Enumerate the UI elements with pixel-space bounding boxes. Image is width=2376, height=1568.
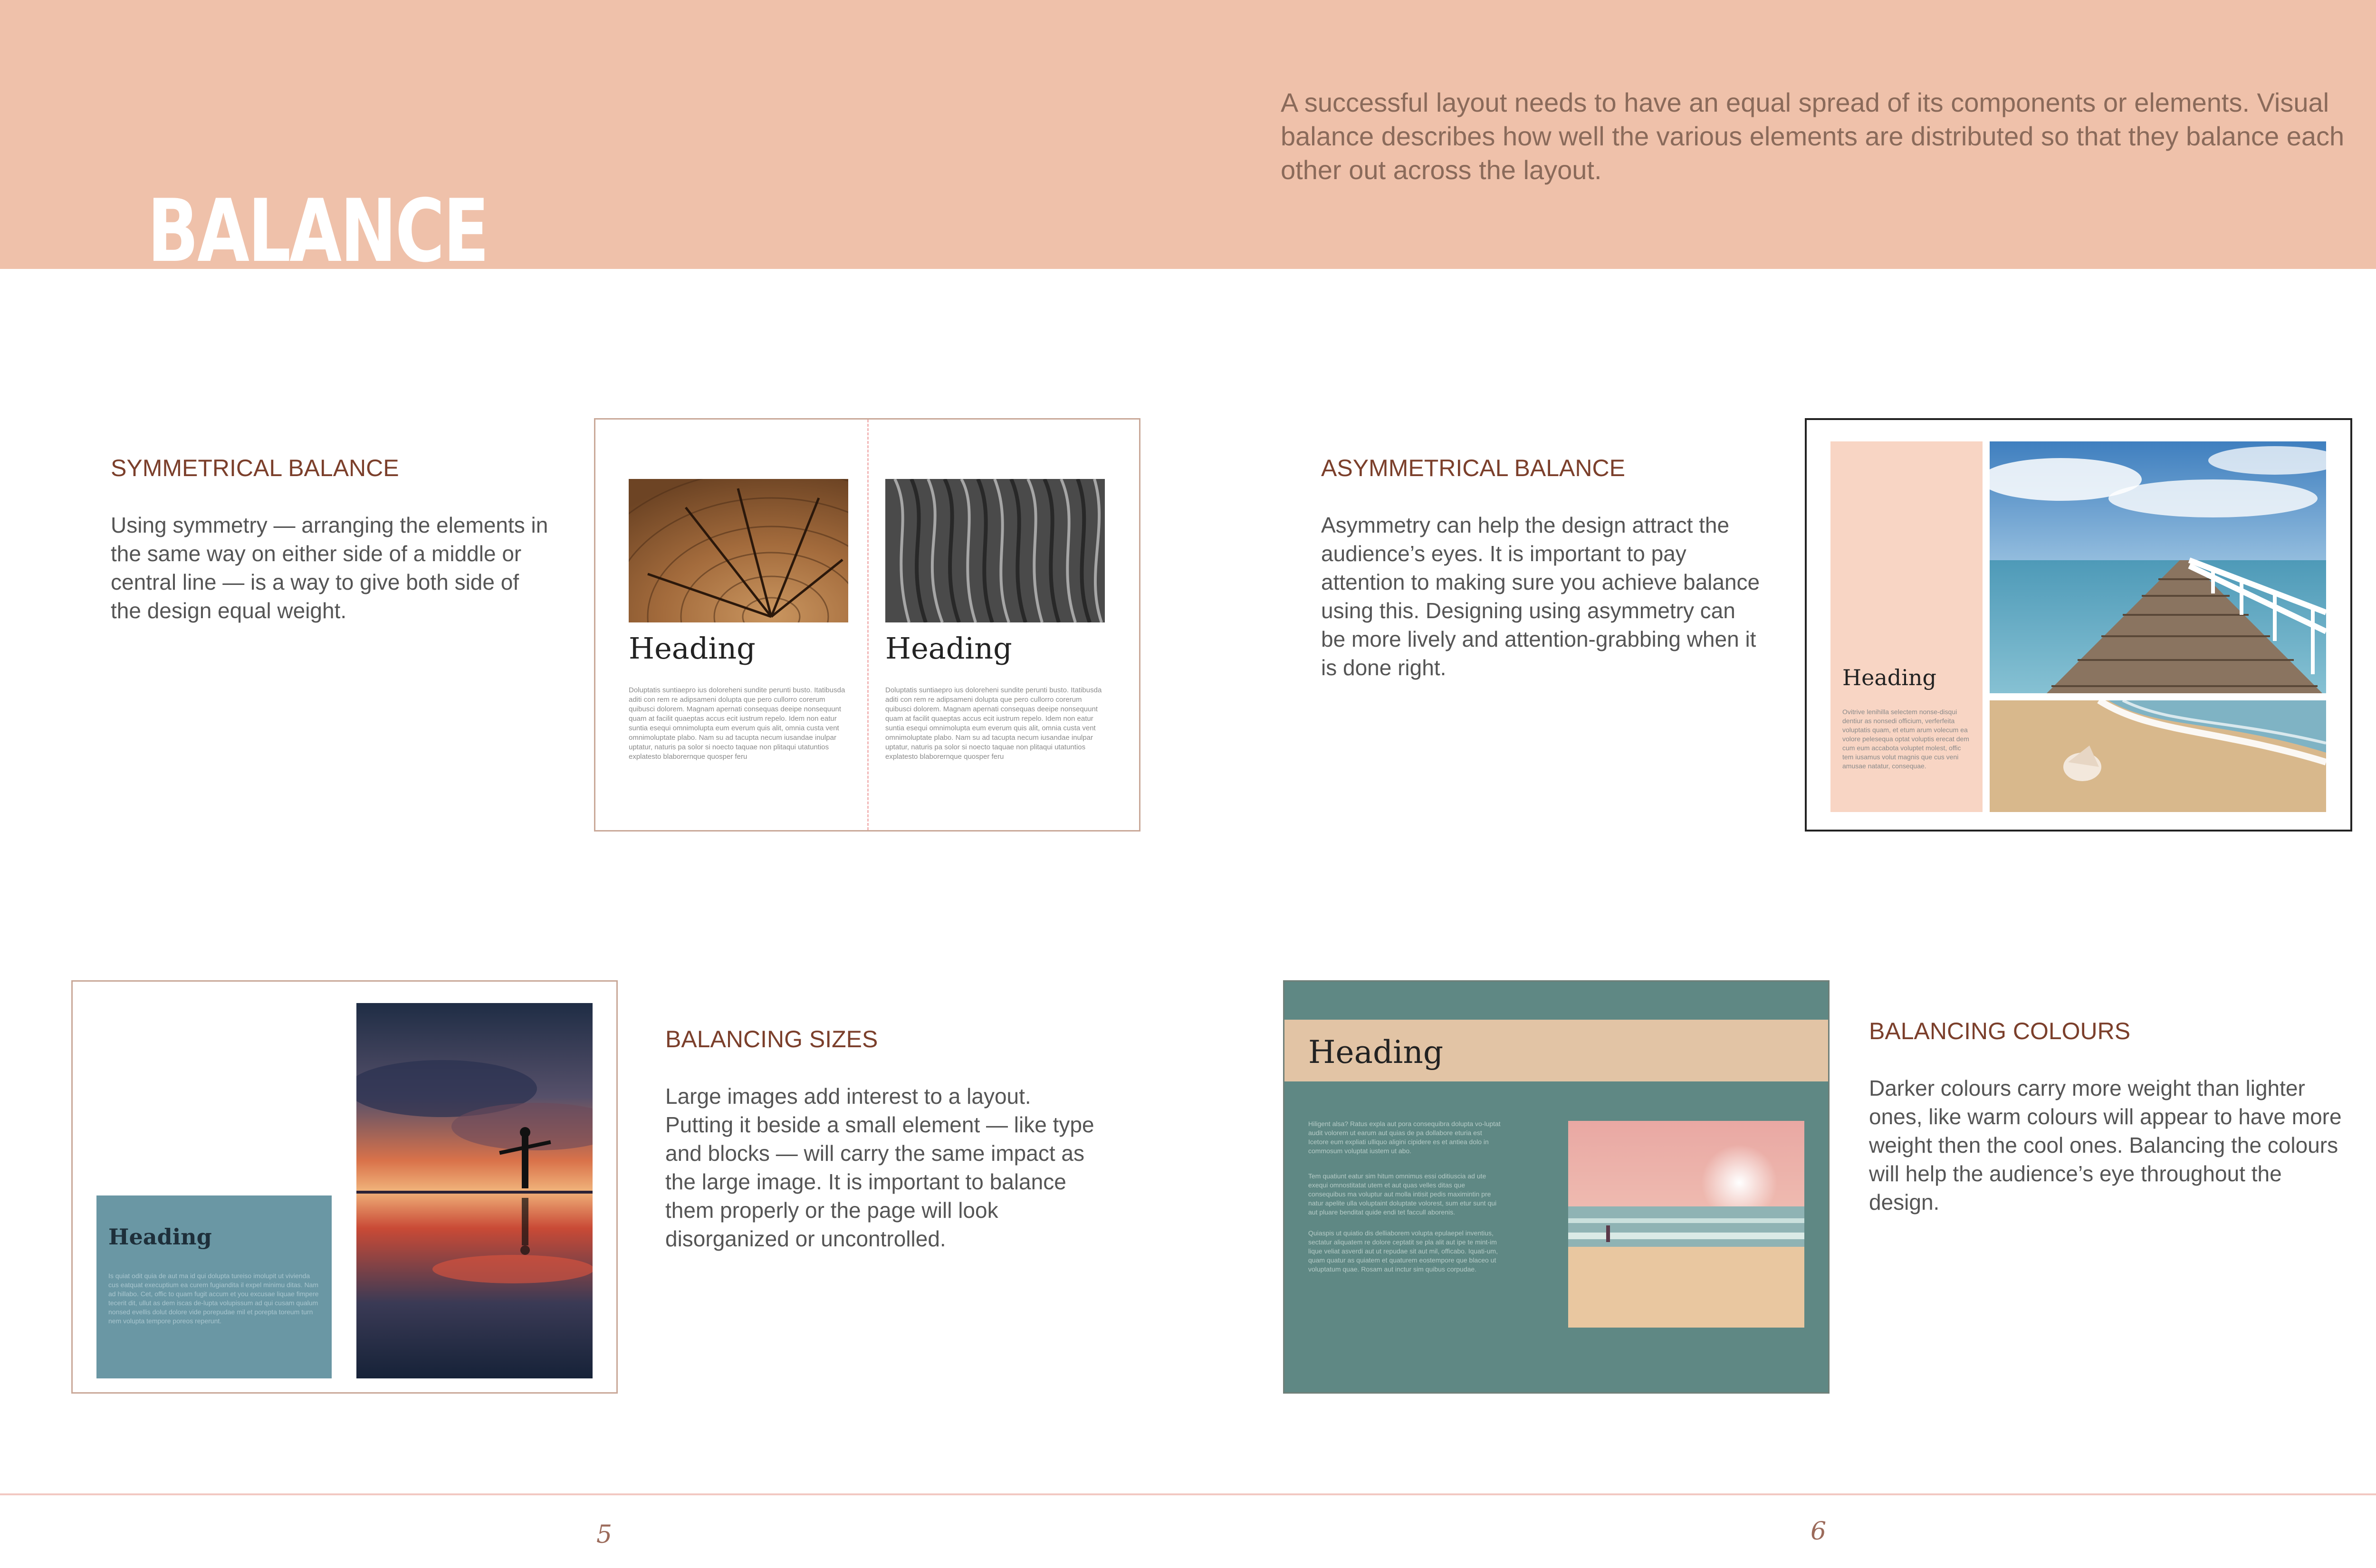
sunset-silhouette-image — [356, 1003, 593, 1378]
beach-sunset-image — [1568, 1121, 1804, 1328]
pier-image — [1990, 441, 2326, 693]
seashell-beach-image — [1990, 700, 2326, 812]
section-title-sizes: BALANCING SIZES — [665, 1026, 878, 1052]
intro-text: A successful layout needs to have an equ… — [1281, 87, 2345, 185]
sizes-text-block: Heading Is quiat odit quia de aut ma id … — [96, 1195, 332, 1378]
wood-rings-image — [629, 479, 848, 622]
sizes-text: Is quiat odit quia de aut ma id qui dolu… — [108, 1272, 319, 1325]
asymmetrical-text: Ovitrive lenihilla selectem nonse-disqui… — [1842, 708, 1969, 770]
center-guide-line — [867, 420, 869, 830]
symmetrical-example: Heading Doluptatis suntiaepro ius dolore… — [594, 418, 1140, 832]
section-body-asymmetrical: Asymmetry can help the design attract th… — [1321, 513, 1760, 680]
sizes-example: Heading Is quiat odit quia de aut ma id … — [71, 980, 618, 1394]
symmetrical-right-text: Doluptatis suntiaepro ius doloreheni sun… — [885, 686, 1102, 761]
page-number-left: 5 — [596, 1520, 613, 1549]
colours-heading: Heading — [1308, 1034, 1444, 1071]
asymmetrical-example: Heading Ovitrive lenihilla selectem nons… — [1805, 418, 2352, 832]
section-title-symmetrical: SYMMETRICAL BALANCE — [111, 455, 399, 481]
bark-texture-image — [885, 479, 1105, 622]
colours-text-1: Hiligent alsa? Ratus expla aut pora cons… — [1308, 1120, 1501, 1155]
symmetrical-left-heading: Heading — [629, 631, 756, 666]
sizes-heading: Heading — [108, 1224, 212, 1250]
page-number-right: 6 — [1811, 1517, 1827, 1546]
asymmetrical-heading: Heading — [1842, 665, 1936, 690]
symmetrical-left-text: Doluptatis suntiaepro ius doloreheni sun… — [629, 686, 845, 761]
page-title: BALANCE — [147, 181, 489, 281]
section-title-asymmetrical: ASYMMETRICAL BALANCE — [1321, 455, 1625, 481]
section-title-colours: BALANCING COLOURS — [1869, 1018, 2131, 1044]
colours-example: Heading Hiligent alsa? Ratus expla aut p… — [1283, 980, 1830, 1394]
asymmetrical-text-block: Heading Ovitrive lenihilla selectem nons… — [1830, 441, 1983, 812]
section-body-sizes: Large images add interest to a layout. P… — [665, 1084, 1094, 1251]
section-body-colours: Darker colours carry more weight than li… — [1869, 1076, 2342, 1214]
symmetrical-right-heading: Heading — [885, 631, 1012, 666]
section-body-symmetrical: Using symmetry — arranging the elements … — [111, 513, 548, 623]
colours-heading-band: Heading — [1284, 1020, 1828, 1081]
footer-rule — [0, 1493, 2376, 1495]
colours-text-2: Tem quatiunt eatur sim hitum omnimus ess… — [1308, 1172, 1497, 1216]
colours-text-3: Quiaspis ut quiatio dis delliaborem volu… — [1308, 1229, 1498, 1273]
